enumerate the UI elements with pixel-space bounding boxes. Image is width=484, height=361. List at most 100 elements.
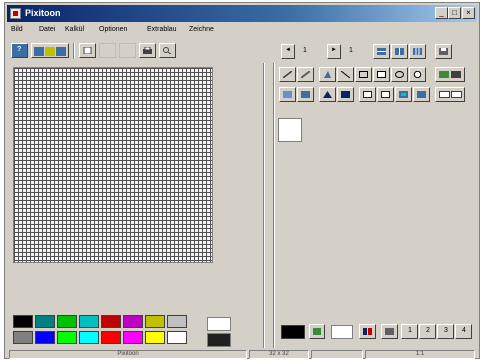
minimize-button[interactable]: _	[435, 7, 448, 19]
copy-tool[interactable]	[337, 87, 354, 102]
blank-button-1[interactable]	[79, 43, 96, 58]
close-button[interactable]: ×	[462, 7, 475, 19]
view-columns-button[interactable]	[391, 44, 408, 59]
fill-icon	[324, 71, 331, 78]
layer-icon	[385, 328, 394, 335]
palette-swatch[interactable]	[145, 315, 165, 328]
rotate-icon	[417, 91, 426, 98]
color-picker-button[interactable]	[309, 324, 325, 339]
stamp-tool[interactable]	[319, 87, 336, 102]
palette-swatch[interactable]	[101, 331, 121, 344]
title-bar[interactable]: Pixitoon _ □ ×	[7, 5, 477, 22]
print-button[interactable]	[139, 43, 156, 58]
next-button[interactable]: ►	[327, 44, 341, 59]
menu-kalkul[interactable]: Kalkül	[65, 26, 84, 33]
palette-swatch[interactable]	[145, 331, 165, 344]
color-set-button[interactable]	[31, 43, 69, 58]
level-3-label: 3	[444, 327, 448, 334]
level-1-label: 1	[408, 327, 412, 334]
filled-rectangle-tool[interactable]	[373, 67, 390, 82]
prev-button[interactable]: ◄	[281, 44, 295, 59]
circle-tool[interactable]	[409, 67, 426, 82]
paste-tool[interactable]	[359, 87, 376, 102]
palette-swatch[interactable]	[57, 315, 77, 328]
pencil-tool[interactable]	[279, 67, 296, 82]
color-swap-button[interactable]	[435, 67, 465, 82]
view-toggle-button[interactable]	[435, 87, 465, 102]
palette-swatch[interactable]	[35, 315, 55, 328]
palette-swatch[interactable]	[167, 331, 187, 344]
select-tool[interactable]	[279, 87, 296, 102]
level-1-button[interactable]: 1	[401, 324, 418, 339]
level-4-label: 4	[462, 327, 466, 334]
preview-box	[278, 118, 302, 142]
nav-value-1: 1	[303, 47, 307, 54]
status-size: 32 x 32	[249, 350, 309, 359]
status-bar: Pixitoon 32 x 32 1:1	[7, 350, 477, 360]
swatch-toggle-button[interactable]	[359, 324, 376, 339]
menu-bild[interactable]: Bild	[11, 26, 23, 33]
menu-datei[interactable]: Datei	[39, 26, 55, 33]
panel-divider[interactable]	[263, 63, 265, 348]
magnifier-button[interactable]	[159, 43, 176, 58]
palette-swatch[interactable]	[57, 331, 77, 344]
palette-swatch[interactable]	[13, 331, 33, 344]
fill-bucket-icon	[301, 91, 310, 98]
color-value-field[interactable]	[331, 325, 353, 339]
page-icon	[83, 47, 92, 54]
status-app: Pixitoon	[9, 350, 247, 359]
menu-optionen[interactable]: Optionen	[99, 26, 127, 33]
app-icon	[10, 8, 21, 19]
blank-button-2[interactable]	[99, 43, 116, 58]
flip-tool[interactable]	[377, 87, 394, 102]
view-split-button[interactable]	[373, 44, 390, 59]
menu-zeichne[interactable]: Zeichne	[189, 26, 214, 33]
palette-swatch[interactable]	[101, 315, 121, 328]
palette-swatch[interactable]	[123, 315, 143, 328]
columns-view-icon	[395, 48, 404, 55]
palette-extra-dark[interactable]	[207, 333, 231, 347]
status-zoom: 1:1	[365, 350, 475, 359]
palette-extra-white[interactable]	[207, 317, 231, 331]
fill-bucket-tool[interactable]	[297, 87, 314, 102]
line-tool[interactable]	[337, 67, 354, 82]
fill-tool[interactable]	[319, 67, 336, 82]
palette-swatch[interactable]	[79, 315, 99, 328]
magnifier-icon	[163, 47, 172, 54]
brush-icon	[301, 71, 310, 78]
level-4-button[interactable]: 4	[455, 324, 472, 339]
menu-extrablau[interactable]: Extrablau	[147, 26, 177, 33]
disk-icon	[439, 48, 448, 55]
maximize-button[interactable]: □	[448, 7, 461, 19]
mirror-tool[interactable]	[395, 87, 412, 102]
ellipse-tool[interactable]	[391, 67, 408, 82]
palette-swatch[interactable]	[35, 331, 55, 344]
rectangle-icon	[359, 71, 368, 78]
palette-swatch[interactable]	[167, 315, 187, 328]
print-icon	[143, 47, 152, 54]
rectangle-tool[interactable]	[355, 67, 372, 82]
window-pair-icon	[439, 91, 462, 98]
pixel-canvas[interactable]	[13, 67, 213, 263]
view-grid-button[interactable]	[409, 44, 426, 59]
palette-swatch[interactable]	[123, 331, 143, 344]
save-button[interactable]	[435, 44, 452, 59]
level-2-button[interactable]: 2	[419, 324, 436, 339]
palette-swatch[interactable]	[79, 331, 99, 344]
current-color-swatch[interactable]	[281, 325, 305, 339]
split-view-icon	[377, 48, 386, 55]
color-swap-icon	[439, 71, 461, 78]
circle-icon	[413, 71, 422, 78]
brush-tool[interactable]	[297, 67, 314, 82]
copy-icon	[341, 91, 350, 98]
layer-button[interactable]	[381, 324, 398, 339]
level-3-button[interactable]: 3	[437, 324, 454, 339]
rotate-tool[interactable]	[413, 87, 430, 102]
blank-button-3[interactable]	[119, 43, 136, 58]
palette-swatch[interactable]	[13, 315, 33, 328]
rectangle-outline-icon	[377, 71, 386, 78]
help-button[interactable]: ?	[11, 43, 28, 58]
right-panel-border	[273, 63, 275, 348]
help-icon: ?	[17, 46, 22, 53]
select-icon	[283, 91, 292, 98]
